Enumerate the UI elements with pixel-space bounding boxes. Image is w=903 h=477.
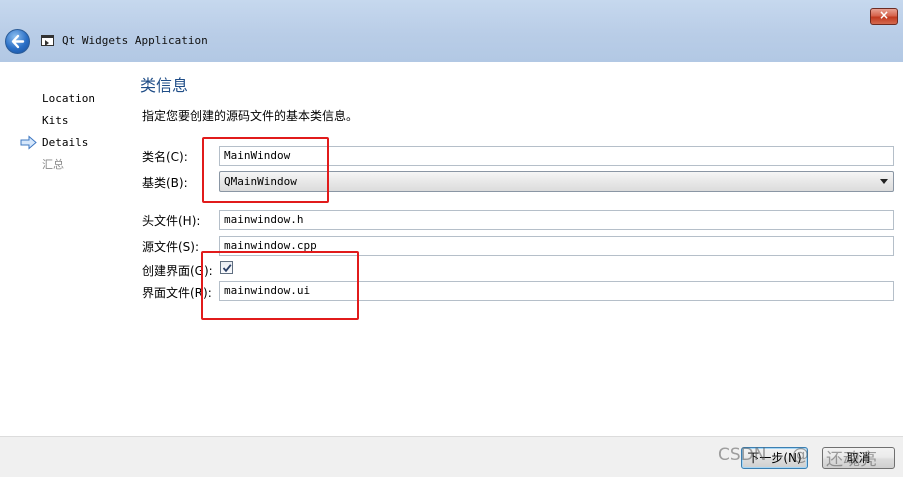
- arrow-right-icon: [20, 135, 37, 150]
- window-title: Qt Widgets Application: [62, 34, 208, 47]
- title-bar: Qt Widgets Application ×: [0, 0, 903, 62]
- close-button[interactable]: ×: [870, 8, 898, 25]
- highlight-box-class: [202, 137, 329, 203]
- header-file-input[interactable]: mainwindow.h: [219, 210, 894, 230]
- app-window-icon: [41, 35, 54, 46]
- watermark-text-1: CSDN: [718, 445, 767, 465]
- step-details: Details: [20, 135, 95, 158]
- source-file-label: 源文件(S):: [142, 240, 200, 254]
- header-file-label: 头文件(H):: [142, 214, 201, 228]
- base-class-label: 基类(B):: [142, 176, 188, 190]
- step-summary: 汇总: [42, 158, 64, 171]
- wizard-footer: 下一步(N) 取消 CSDN @ 还魂亮: [0, 436, 903, 477]
- back-arrow-icon: [11, 34, 25, 49]
- watermark-text-2: @: [792, 445, 809, 465]
- page-description: 指定您要创建的源码文件的基本类信息。: [142, 109, 359, 123]
- step-details-label: Details: [42, 136, 89, 149]
- watermark-text-3: 还魂亮: [826, 450, 877, 470]
- back-button[interactable]: [5, 29, 30, 54]
- wizard-content: Location Kits Details 汇总 类信息 指定您要创建的源码文件…: [0, 62, 903, 436]
- class-name-label: 类名(C):: [142, 150, 188, 164]
- page-title: 类信息: [140, 76, 189, 95]
- step-location: Location: [42, 92, 95, 105]
- highlight-box-form: [201, 251, 359, 320]
- chevron-down-icon: [880, 179, 888, 184]
- close-icon: ×: [878, 8, 890, 22]
- wizard-steps: Location Kits Details 汇总: [20, 92, 95, 180]
- step-kits: Kits: [42, 114, 69, 127]
